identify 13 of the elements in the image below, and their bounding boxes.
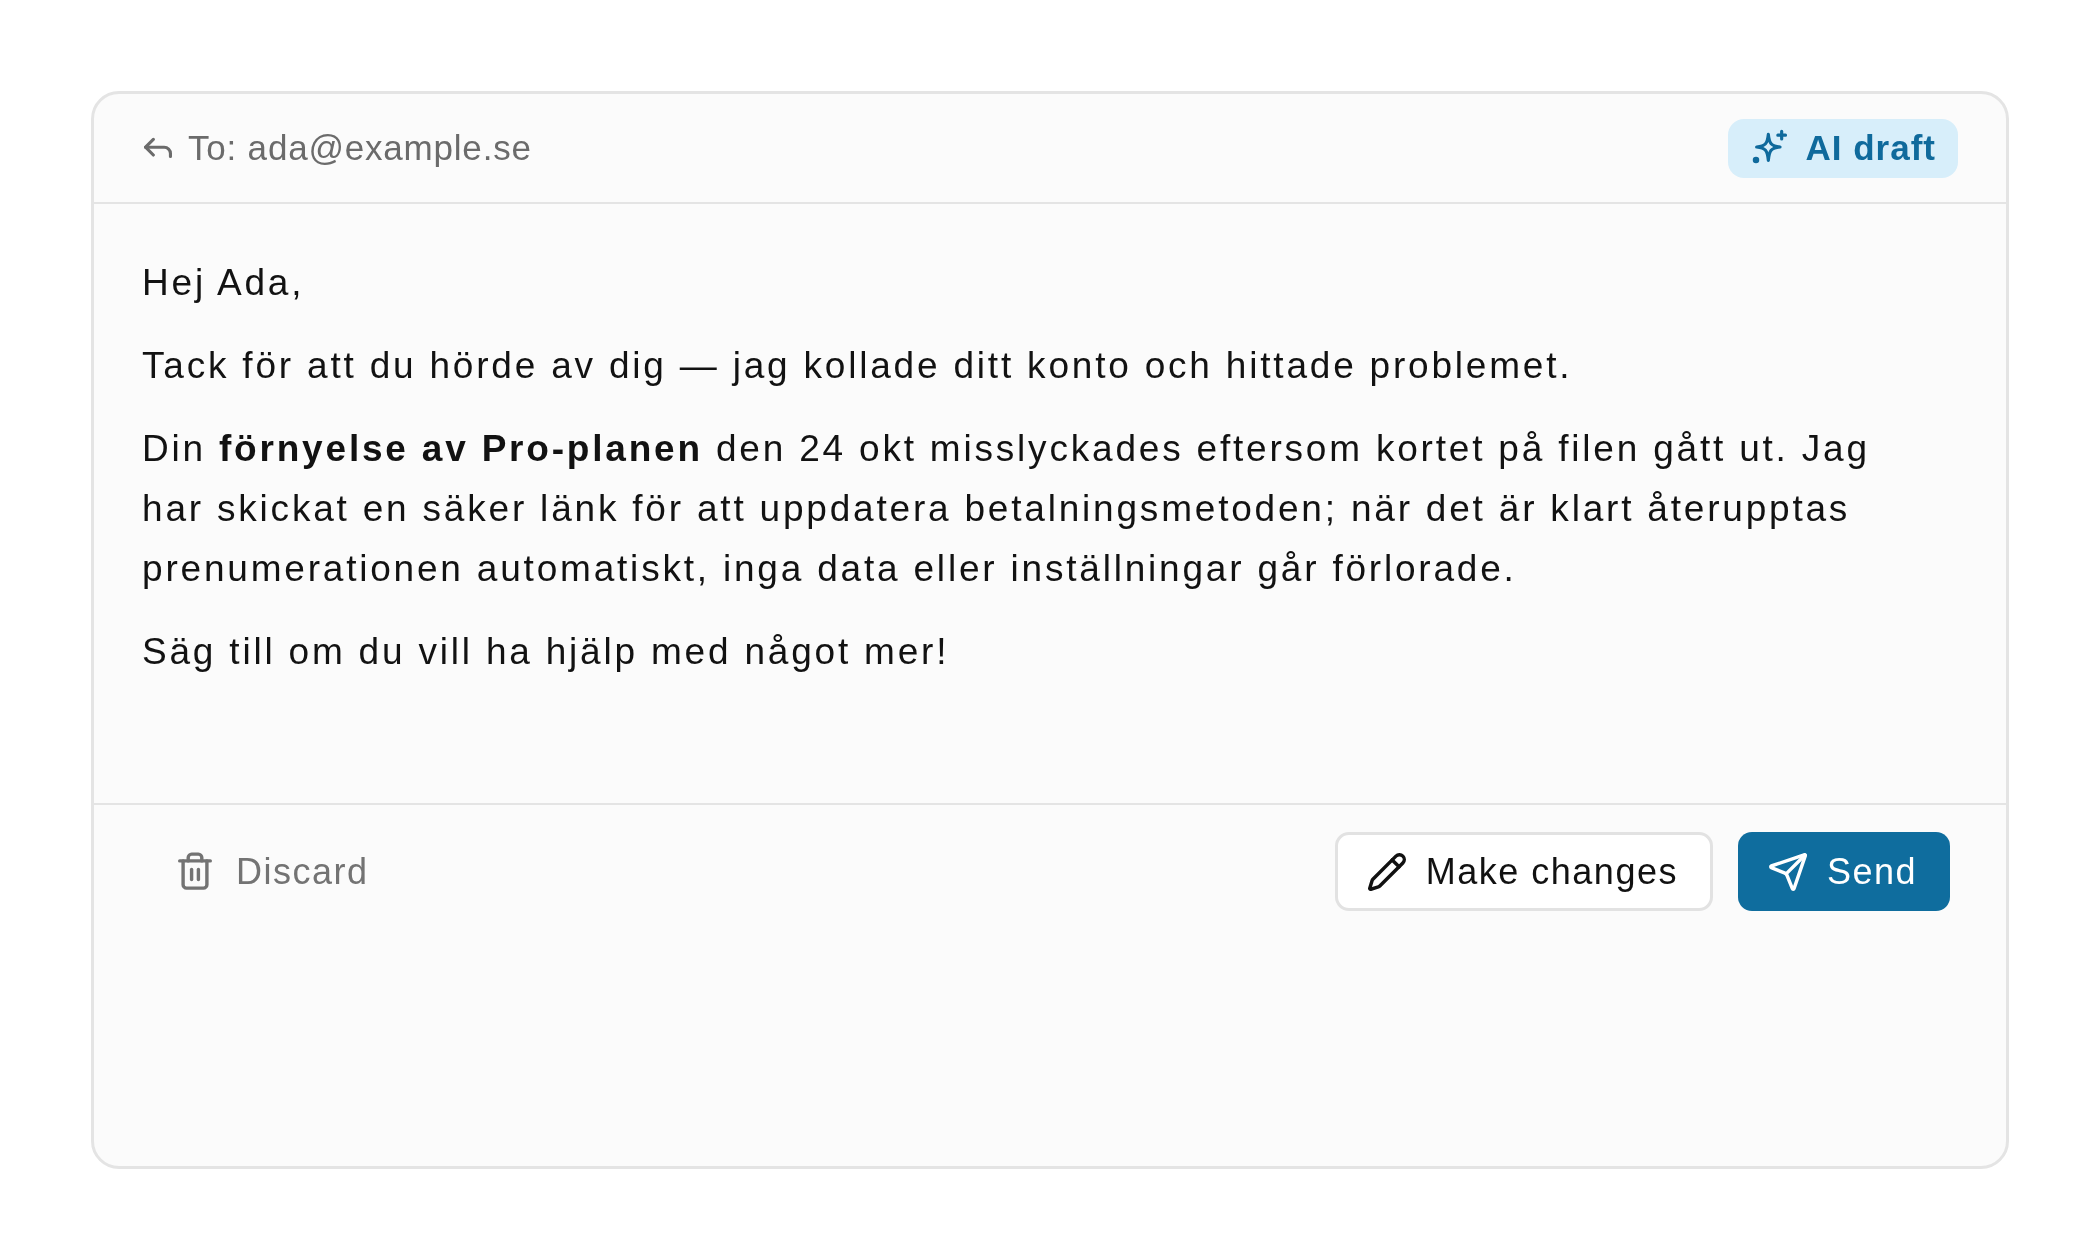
reply-icon bbox=[144, 136, 172, 160]
trash-icon bbox=[178, 852, 212, 891]
send-button[interactable]: Send bbox=[1737, 832, 1950, 911]
send-icon bbox=[1768, 852, 1807, 891]
body-paragraph: Tack för att du hörde av dig — jag kollade ditt konto och hittade problemet. bbox=[142, 344, 1574, 388]
recipient-address: To: ada@example.se bbox=[188, 128, 532, 168]
pencil-icon bbox=[1367, 852, 1406, 891]
badge-label: AI draft bbox=[1805, 128, 1936, 168]
body-paragraph: Din förnyelse av Pro-planen den 24 okt misslyckades eftersom kortet på filen gått ut. Jag har skickat en säker länk för att uppdatera betalningsmetoden; när det är klart återupptas prenumerationen automatiskt, inga data eller inställningar går förlorade. bbox=[142, 427, 1871, 591]
body-paragraph: Säg till om du vill ha hjälp med något mer! bbox=[142, 630, 951, 674]
body-paragraph: Hej Ada, bbox=[142, 261, 306, 305]
discard-button[interactable]: Discard bbox=[158, 832, 389, 911]
make-changes-button[interactable]: Make changes bbox=[1334, 832, 1713, 911]
